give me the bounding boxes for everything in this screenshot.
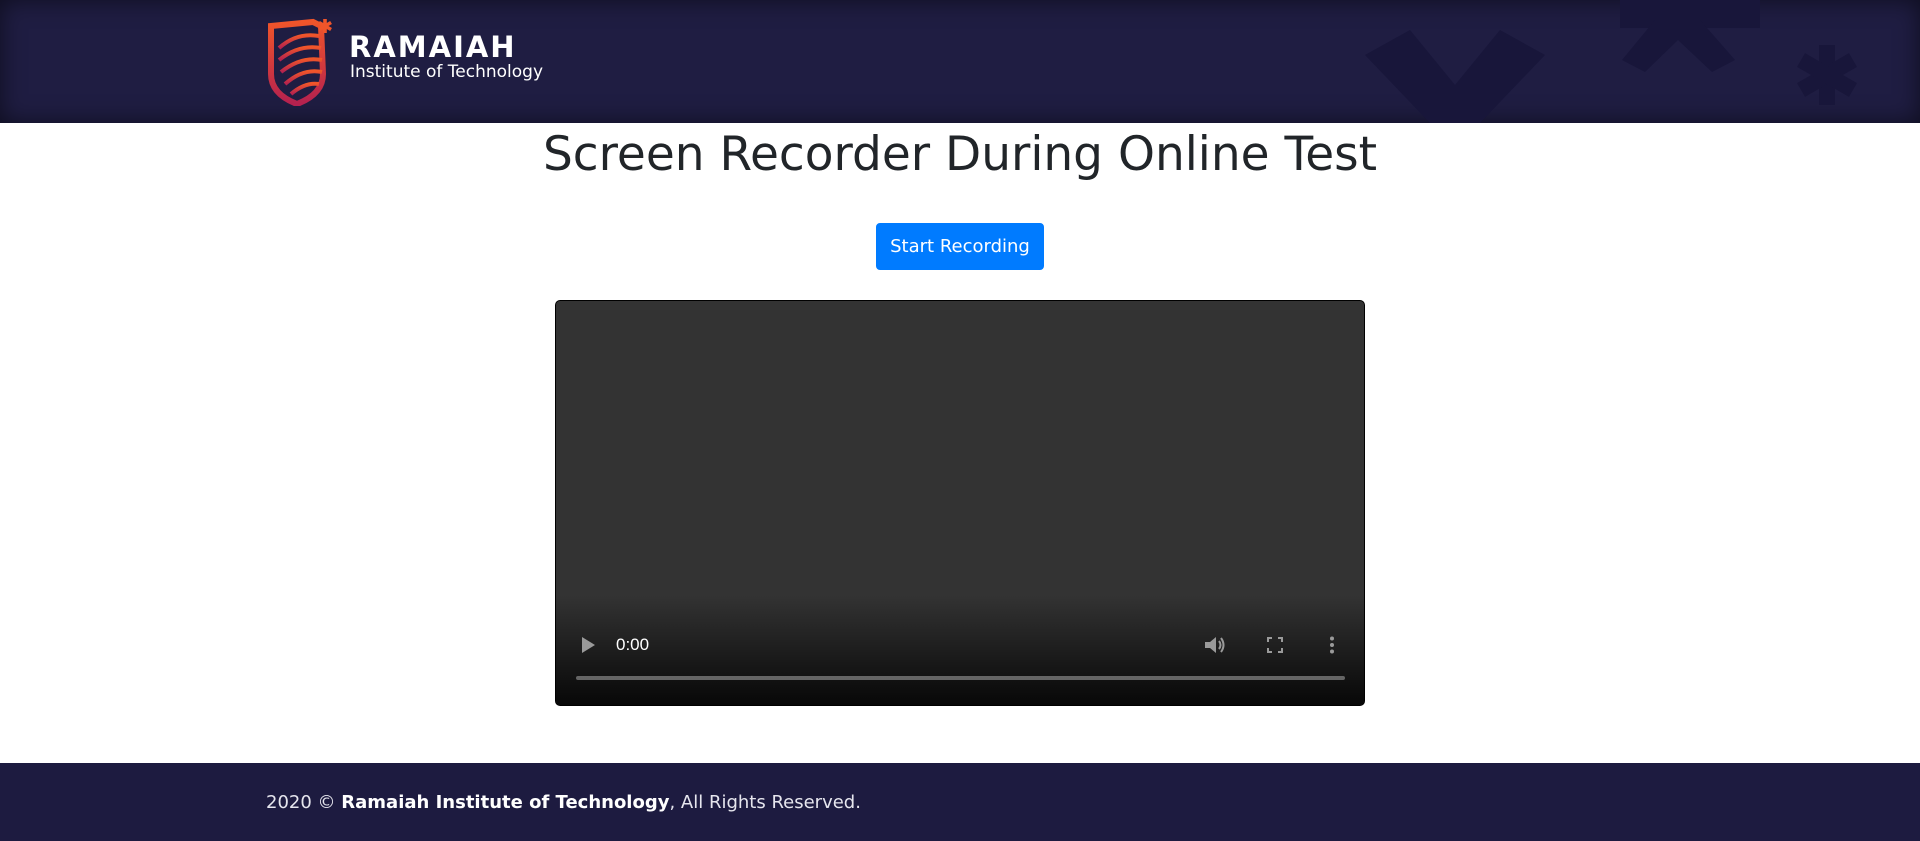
volume-icon [1205, 637, 1225, 653]
current-time: 0:00 [616, 635, 650, 654]
footer-org-name: Ramaiah Institute of Technology [341, 792, 670, 813]
start-recording-button[interactable]: Start Recording [876, 223, 1044, 270]
footer-rights: , All Rights Reserved. [669, 792, 861, 813]
video-progress-bar[interactable] [576, 676, 1345, 680]
play-icon [582, 637, 595, 653]
mute-button[interactable] [1202, 633, 1228, 657]
logo-name: RAMAIAH [349, 30, 517, 64]
controls-overlay [556, 595, 1364, 705]
fullscreen-button[interactable] [1264, 633, 1286, 657]
logo-subtitle: Institute of Technology [350, 62, 544, 82]
copyright-symbol: © [317, 792, 336, 813]
video-player[interactable]: 0:00 [555, 300, 1365, 706]
footer-copyright: 2020 © Ramaiah Institute of Technology, … [266, 792, 861, 813]
ramaiah-shield-logo-icon [268, 18, 332, 106]
site-header: RAMAIAH Institute of Technology [0, 0, 1920, 123]
site-logo[interactable]: RAMAIAH Institute of Technology [267, 18, 567, 108]
footer-year: 2020 [266, 792, 312, 813]
site-footer: 2020 © Ramaiah Institute of Technology, … [0, 763, 1920, 841]
page-title: Screen Recorder During Online Test [542, 127, 1378, 182]
fullscreen-icon [1267, 637, 1283, 653]
play-button[interactable] [576, 633, 600, 657]
more-options-icon [1330, 636, 1334, 654]
more-options-button[interactable] [1322, 633, 1342, 657]
